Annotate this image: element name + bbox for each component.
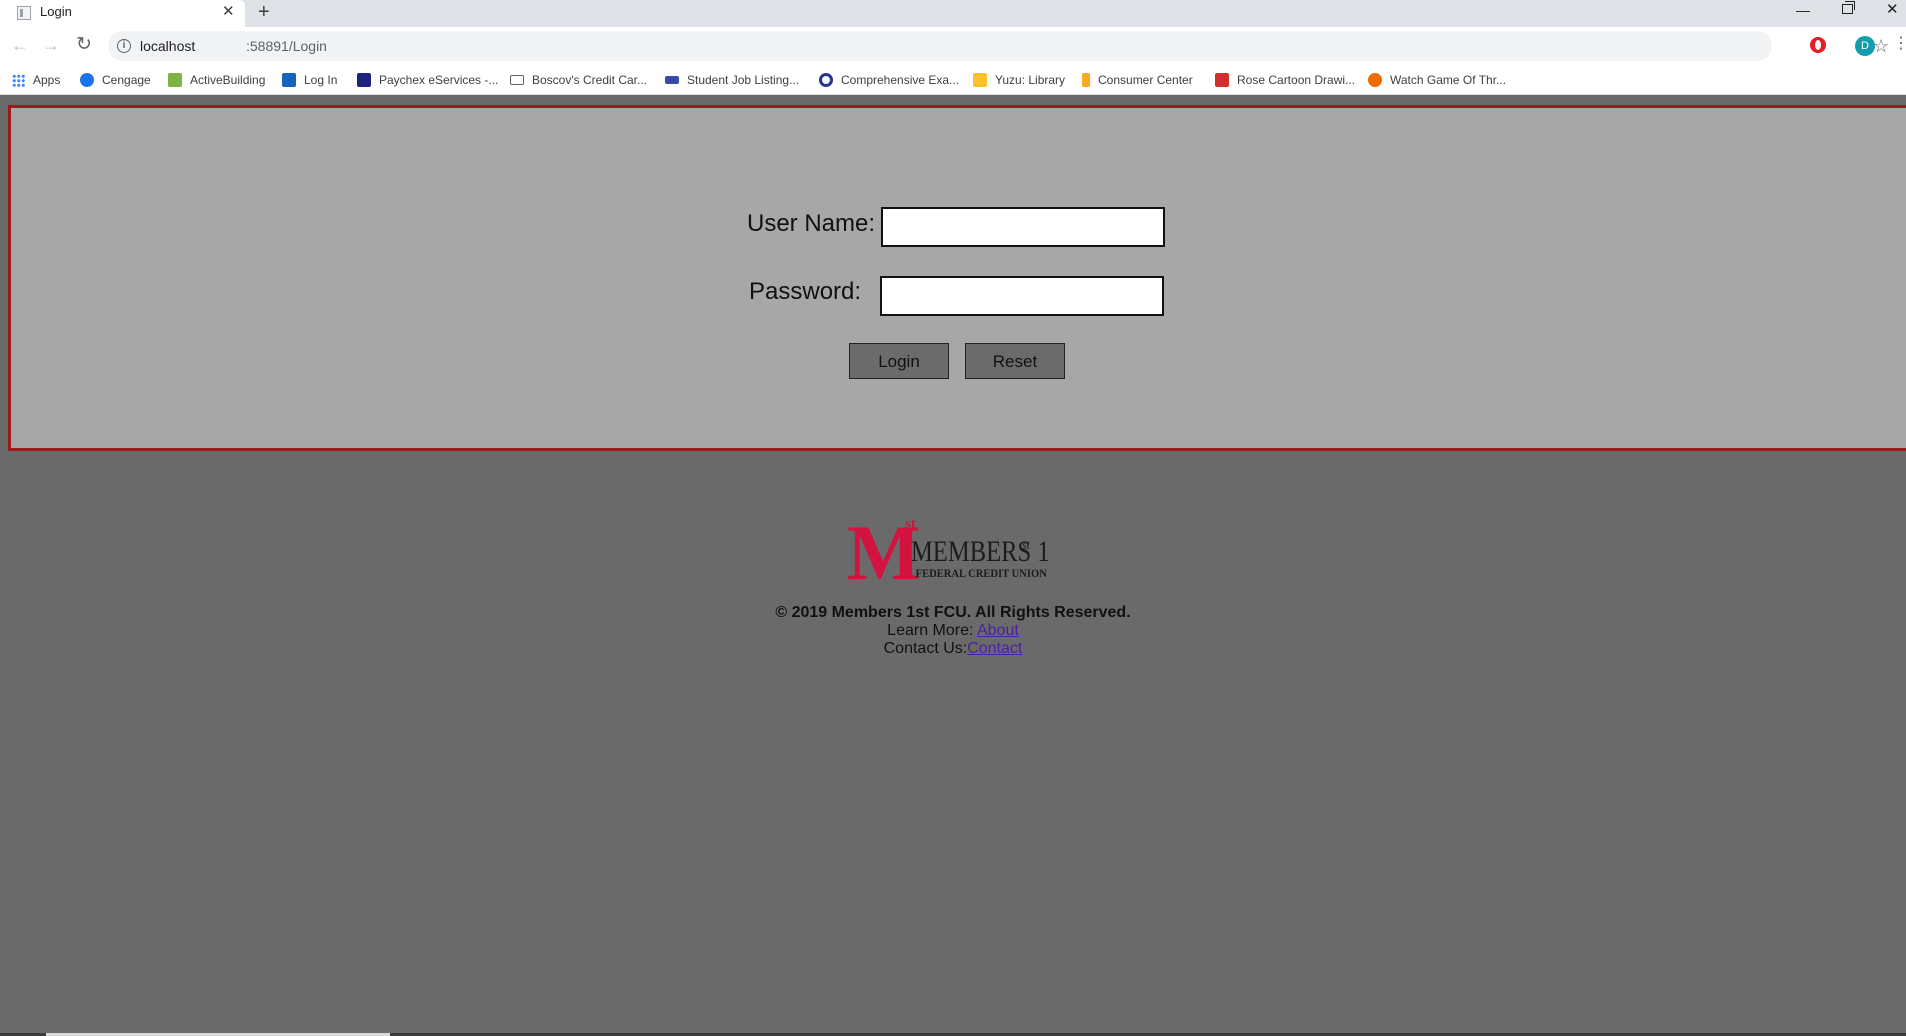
contact-link[interactable]: Contact bbox=[967, 640, 1022, 657]
tab-login[interactable]: Login ✕ bbox=[0, 0, 245, 27]
bookmark-label: ActiveBuilding bbox=[190, 73, 266, 87]
cengage-icon bbox=[80, 73, 94, 87]
opera-extension-icon[interactable] bbox=[1810, 37, 1826, 53]
bookmark-game-of-thrones[interactable]: Watch Game Of Thr... bbox=[1368, 72, 1506, 88]
restore-icon[interactable] bbox=[1842, 1, 1855, 14]
paychex-icon bbox=[357, 73, 371, 87]
logo-subtitle: FEDERAL CREDIT UNION bbox=[916, 567, 1048, 580]
bookmark-star-icon[interactable]: ☆ bbox=[1873, 36, 1889, 57]
bookmark-label: Comprehensive Exa... bbox=[841, 73, 960, 87]
bookmark-label: Boscov's Credit Car... bbox=[532, 73, 647, 87]
new-tab-icon[interactable]: + bbox=[258, 1, 270, 23]
logo-superscript: st bbox=[905, 516, 916, 532]
back-icon[interactable]: ← bbox=[11, 36, 29, 54]
bookmark-label: Yuzu: Library bbox=[995, 73, 1066, 87]
game-icon bbox=[1368, 73, 1382, 87]
bookmark-label: Rose Cartoon Drawi... bbox=[1237, 73, 1356, 87]
contact-line: Contact Us:Contact bbox=[0, 640, 1906, 658]
close-tab-icon[interactable]: ✕ bbox=[222, 3, 235, 21]
password-input[interactable] bbox=[880, 276, 1164, 316]
forward-icon[interactable]: → bbox=[42, 36, 60, 54]
bookmark-label: Log In bbox=[304, 73, 338, 87]
tab-title: Login bbox=[40, 4, 72, 19]
info-icon[interactable]: i bbox=[117, 39, 131, 53]
login-button[interactable]: Login bbox=[849, 343, 949, 379]
username-label: User Name: bbox=[747, 210, 876, 237]
bookmark-yuzu[interactable]: Yuzu: Library bbox=[973, 72, 1065, 88]
bookmark-boscovs[interactable]: Boscov's Credit Car... bbox=[510, 72, 647, 88]
reset-button[interactable]: Reset bbox=[965, 343, 1065, 379]
tab-strip: Login ✕ + — ✕ bbox=[0, 0, 1906, 27]
login-bookmark-icon bbox=[282, 73, 296, 87]
bookmark-comprehensive[interactable]: Comprehensive Exa... bbox=[819, 72, 959, 88]
login-panel: User Name: Password: Login Reset bbox=[8, 105, 1906, 451]
bookmark-consumer-center[interactable]: Consumer Center bbox=[1082, 72, 1193, 88]
apps-grid-icon bbox=[12, 73, 25, 87]
bookmark-apps[interactable]: Apps bbox=[12, 72, 60, 88]
about-link[interactable]: About bbox=[977, 622, 1019, 639]
address-bar[interactable]: i localhost :58891/Login ☆ bbox=[108, 31, 1889, 61]
password-label: Password: bbox=[749, 278, 862, 305]
bookmark-log-in[interactable]: Log In bbox=[282, 72, 337, 88]
bookmark-label: Student Job Listing... bbox=[687, 73, 800, 87]
url-host: localhost bbox=[140, 38, 196, 54]
bookmark-label: Cengage bbox=[102, 73, 151, 87]
minimize-icon[interactable]: — bbox=[1796, 2, 1810, 18]
browser-toolbar: ← → ↻ i localhost :58891/Login ☆ D ⋮ bbox=[0, 27, 1906, 65]
rose-icon bbox=[1215, 73, 1229, 87]
profile-avatar[interactable]: D bbox=[1855, 36, 1875, 56]
bookmark-cengage[interactable]: Cengage bbox=[80, 72, 151, 88]
learn-more-label: Learn More: bbox=[887, 622, 977, 639]
url-path: :58891/Login bbox=[246, 38, 327, 54]
jobs-icon bbox=[665, 76, 679, 84]
activebuilding-icon bbox=[168, 73, 182, 87]
learn-more-line: Learn More: About bbox=[0, 622, 1906, 640]
bookmark-label: Watch Game Of Thr... bbox=[1390, 73, 1507, 87]
yuzu-icon bbox=[973, 73, 987, 87]
bookmark-activebuilding[interactable]: ActiveBuilding bbox=[168, 72, 265, 88]
bookmark-label: Paychex eServices -... bbox=[379, 73, 499, 87]
bookmark-label: Consumer Center bbox=[1098, 73, 1193, 87]
copyright-text: © 2019 Members 1st FCU. All Rights Reser… bbox=[775, 604, 1131, 621]
bookmarks-bar: Apps Cengage ActiveBuilding Log In Paych… bbox=[0, 65, 1906, 95]
members-1st-logo: M st MEMBERS 1 st FEDERAL CREDIT UNION bbox=[847, 513, 1050, 585]
page-icon bbox=[17, 6, 31, 20]
bookmark-student-jobs[interactable]: Student Job Listing... bbox=[665, 72, 799, 88]
bookmark-paychex[interactable]: Paychex eServices -... bbox=[357, 72, 498, 88]
bookmark-rose-cartoon[interactable]: Rose Cartoon Drawi... bbox=[1215, 72, 1355, 88]
contact-label: Contact Us: bbox=[883, 640, 968, 657]
card-icon bbox=[510, 75, 524, 85]
close-window-icon[interactable]: ✕ bbox=[1886, 2, 1899, 18]
username-input[interactable] bbox=[881, 207, 1165, 247]
reload-icon[interactable]: ↻ bbox=[76, 35, 92, 54]
logo-name-superscript: st bbox=[1022, 537, 1030, 552]
bookmark-label: Apps bbox=[33, 73, 61, 87]
q-icon bbox=[819, 73, 833, 87]
consumer-icon bbox=[1082, 73, 1090, 87]
more-menu-icon[interactable]: ⋮ bbox=[1893, 35, 1906, 53]
